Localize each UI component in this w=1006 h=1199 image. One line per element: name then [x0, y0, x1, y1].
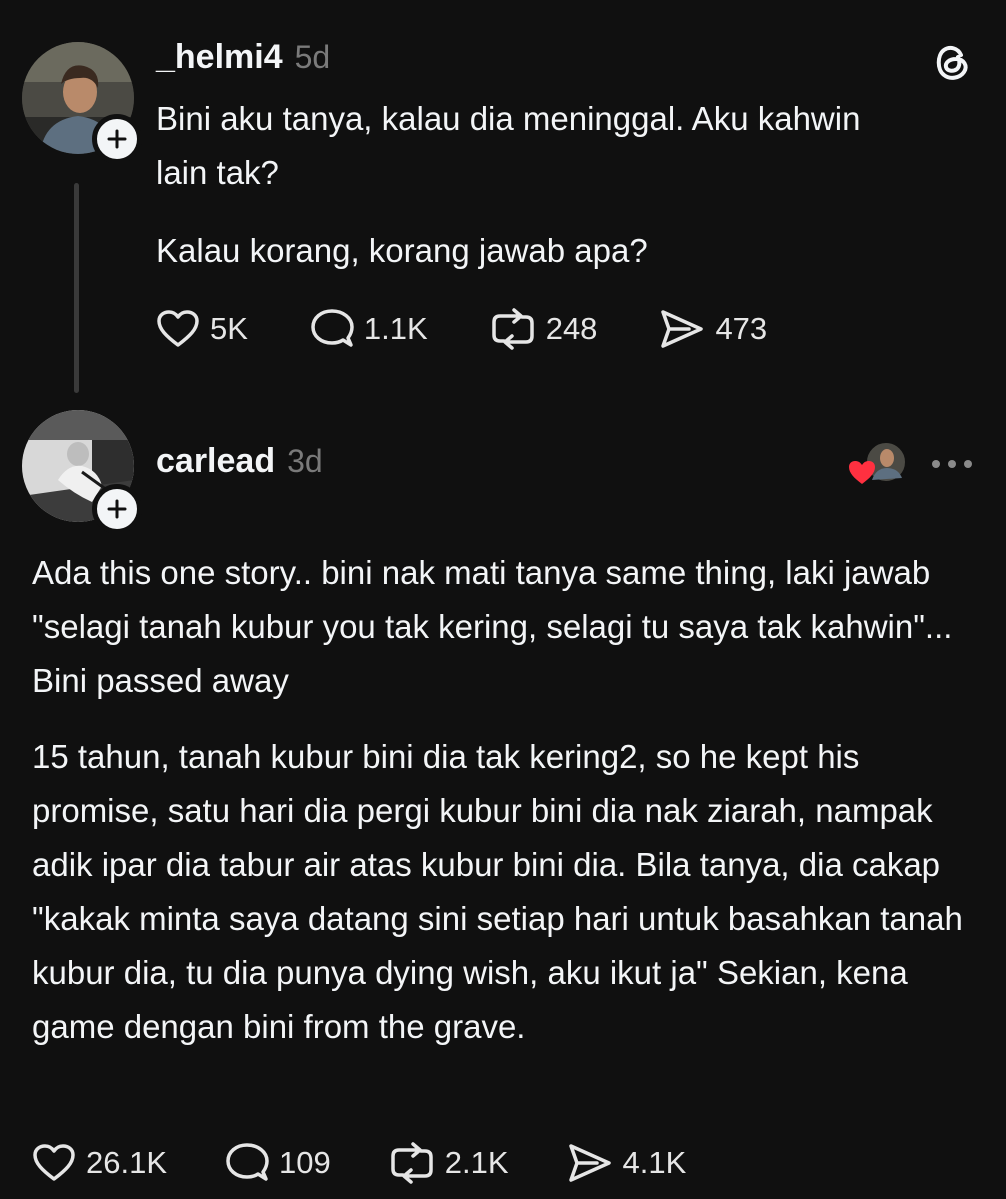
threads-page: _helmi4 5d Bini aku tanya, kalau dia men…	[0, 0, 1006, 1199]
reply-paragraph: 15 tahun, tanah kubur bini dia tak kerin…	[32, 738, 963, 1045]
repost-count: 248	[545, 311, 598, 346]
share-count: 4.1K	[622, 1145, 687, 1180]
reply-actions: 26.1K 109 2.1K 4.1K	[32, 1142, 686, 1184]
author-liked-indicator	[849, 441, 907, 484]
follow-button-helmi4[interactable]	[92, 114, 142, 164]
reply-username[interactable]: carlead	[156, 442, 275, 481]
comment-bubble-icon	[226, 1143, 269, 1181]
reply-count: 109	[279, 1145, 331, 1180]
repost-count: 2.1K	[444, 1145, 509, 1180]
share-button[interactable]: 473	[659, 308, 767, 350]
post-paragraph: Kalau korang, korang jawab apa?	[156, 232, 648, 269]
more-horizontal-icon[interactable]	[928, 452, 976, 476]
reply-button[interactable]: 109	[225, 1142, 331, 1184]
reply-time: 3d	[287, 443, 323, 479]
follow-button-carlead[interactable]	[92, 484, 142, 534]
plus-icon	[107, 129, 127, 149]
like-count: 5K	[210, 311, 248, 346]
share-count: 473	[715, 311, 768, 346]
plus-icon	[107, 499, 127, 519]
thread-connector-line	[74, 183, 79, 393]
like-button[interactable]: 5K	[156, 309, 248, 349]
post-username[interactable]: _helmi4	[156, 38, 283, 77]
post-paragraph: Bini aku tanya, kalau dia meninggal. Aku…	[156, 100, 861, 191]
reply-body: Ada this one story.. bini nak mati tanya…	[32, 546, 972, 1054]
share-button[interactable]: 4.1K	[567, 1142, 687, 1184]
repost-icon	[391, 1142, 433, 1184]
reply-header: carlead 3d	[156, 442, 323, 481]
post-header: _helmi4 5d	[156, 38, 330, 77]
repost-icon	[491, 308, 534, 350]
threads-logo-icon	[936, 45, 968, 80]
heart-icon	[849, 461, 875, 484]
repost-button[interactable]: 2.1K	[389, 1142, 509, 1184]
post-actions: 5K 1.1K 248 473	[156, 308, 767, 350]
like-count: 26.1K	[86, 1145, 168, 1180]
heart-icon	[157, 310, 199, 347]
reply-count: 1.1K	[363, 311, 428, 346]
post-body: Bini aku tanya, kalau dia meninggal. Aku…	[156, 92, 916, 278]
like-button[interactable]: 26.1K	[32, 1143, 167, 1183]
reply-paragraph: Ada this one story.. bini nak mati tanya…	[32, 554, 953, 699]
comment-bubble-icon	[311, 309, 354, 347]
heart-icon	[33, 1144, 75, 1181]
post-time: 5d	[294, 39, 331, 75]
reply-button[interactable]: 1.1K	[310, 308, 428, 350]
send-icon	[568, 1144, 611, 1182]
repost-button[interactable]: 248	[490, 308, 598, 350]
send-icon	[661, 310, 704, 348]
